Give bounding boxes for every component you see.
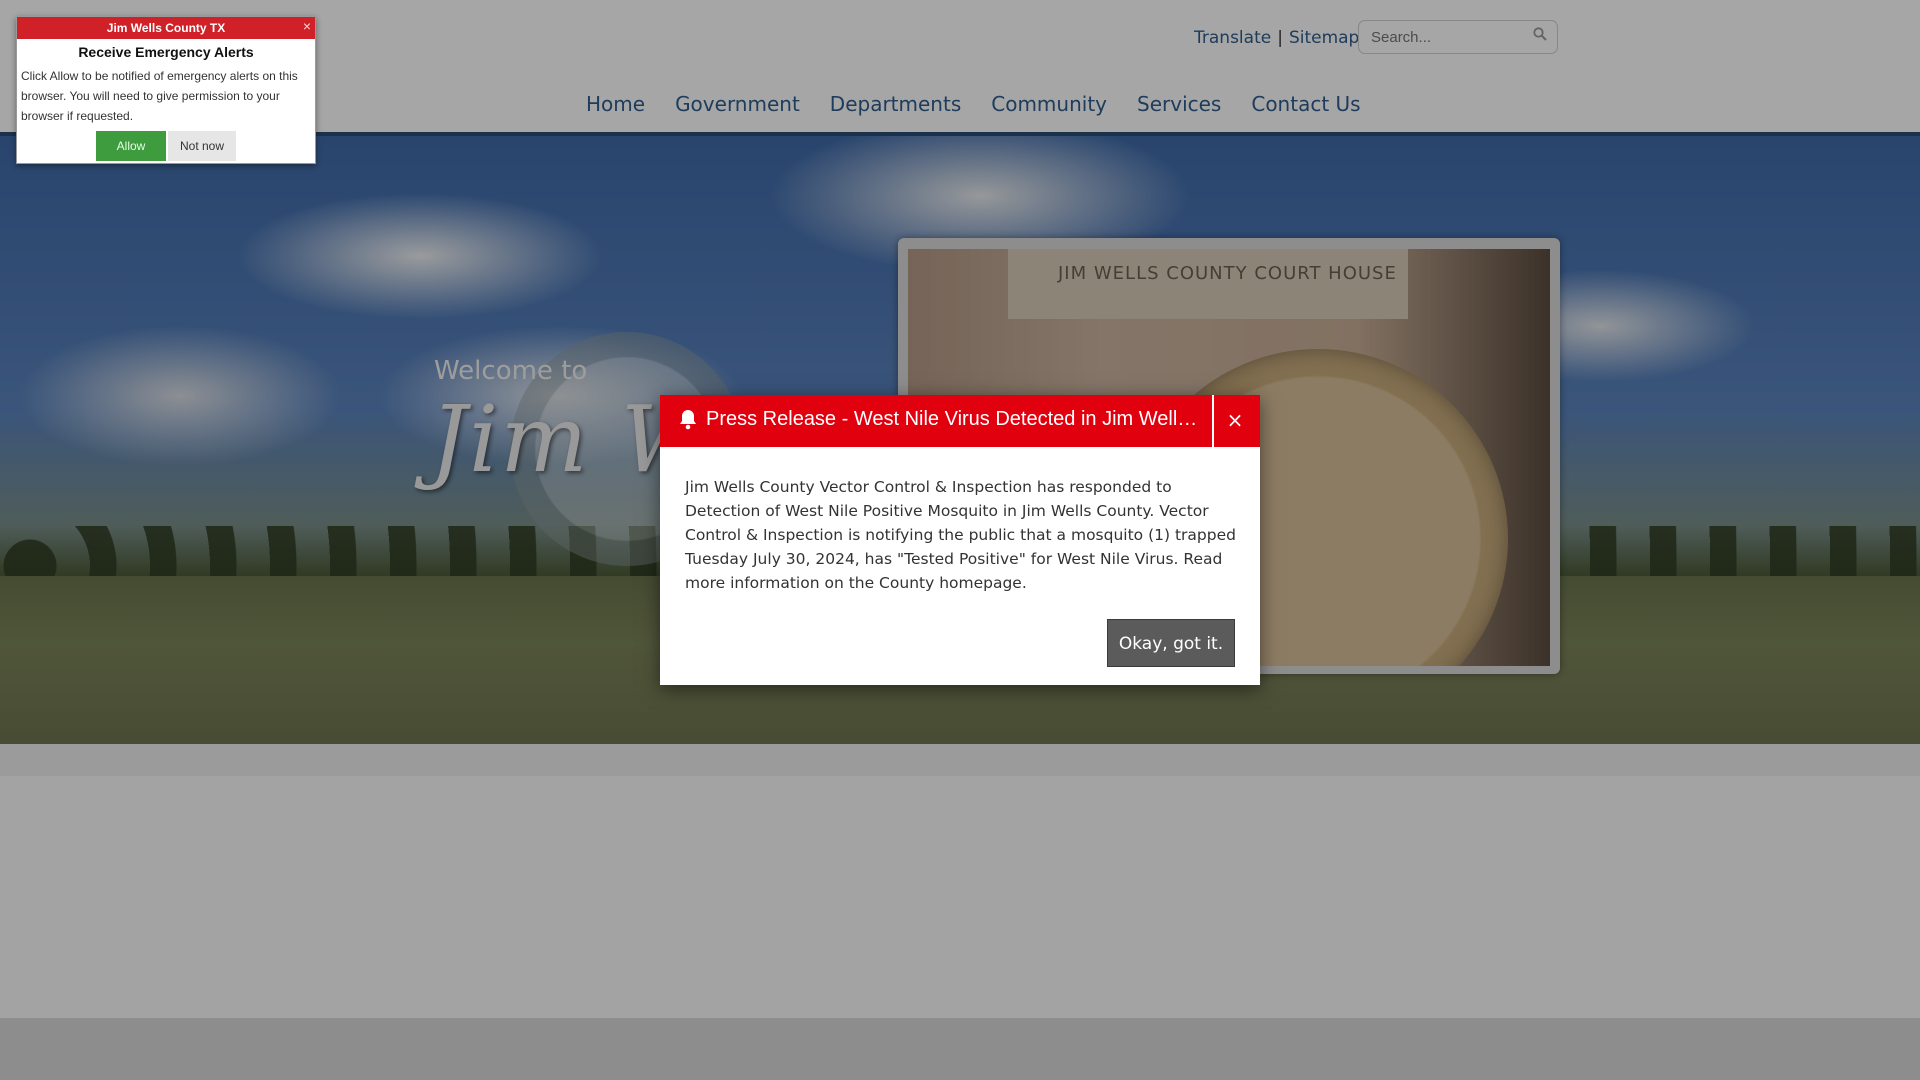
press-release-modal: Press Release - West Nile Virus Detected… <box>660 395 1260 685</box>
not-now-button[interactable]: Not now <box>168 131 236 161</box>
allow-button[interactable]: Allow <box>96 131 166 161</box>
okay-got-it-button[interactable]: Okay, got it. <box>1107 619 1235 667</box>
alert-close-icon[interactable]: × <box>303 15 311 37</box>
modal-header: Press Release - West Nile Virus Detected… <box>660 395 1260 447</box>
alert-header-title: Jim Wells County TX <box>106 21 226 35</box>
modal-body: Jim Wells County Vector Control & Inspec… <box>685 478 1236 592</box>
bell-icon <box>678 408 698 430</box>
alert-header: Jim Wells County TX × <box>17 17 315 39</box>
emergency-alert-prompt: Jim Wells County TX × Receive Emergency … <box>16 16 316 164</box>
alert-body: Click Allow to be notified of emergency … <box>21 69 298 123</box>
alert-title: Receive Emergency Alerts <box>78 44 254 60</box>
alert-buttons: Allow Not now <box>96 131 236 161</box>
modal-close-icon[interactable]: × <box>1212 395 1256 447</box>
modal-title: Press Release - West Nile Virus Detected… <box>706 408 1206 430</box>
